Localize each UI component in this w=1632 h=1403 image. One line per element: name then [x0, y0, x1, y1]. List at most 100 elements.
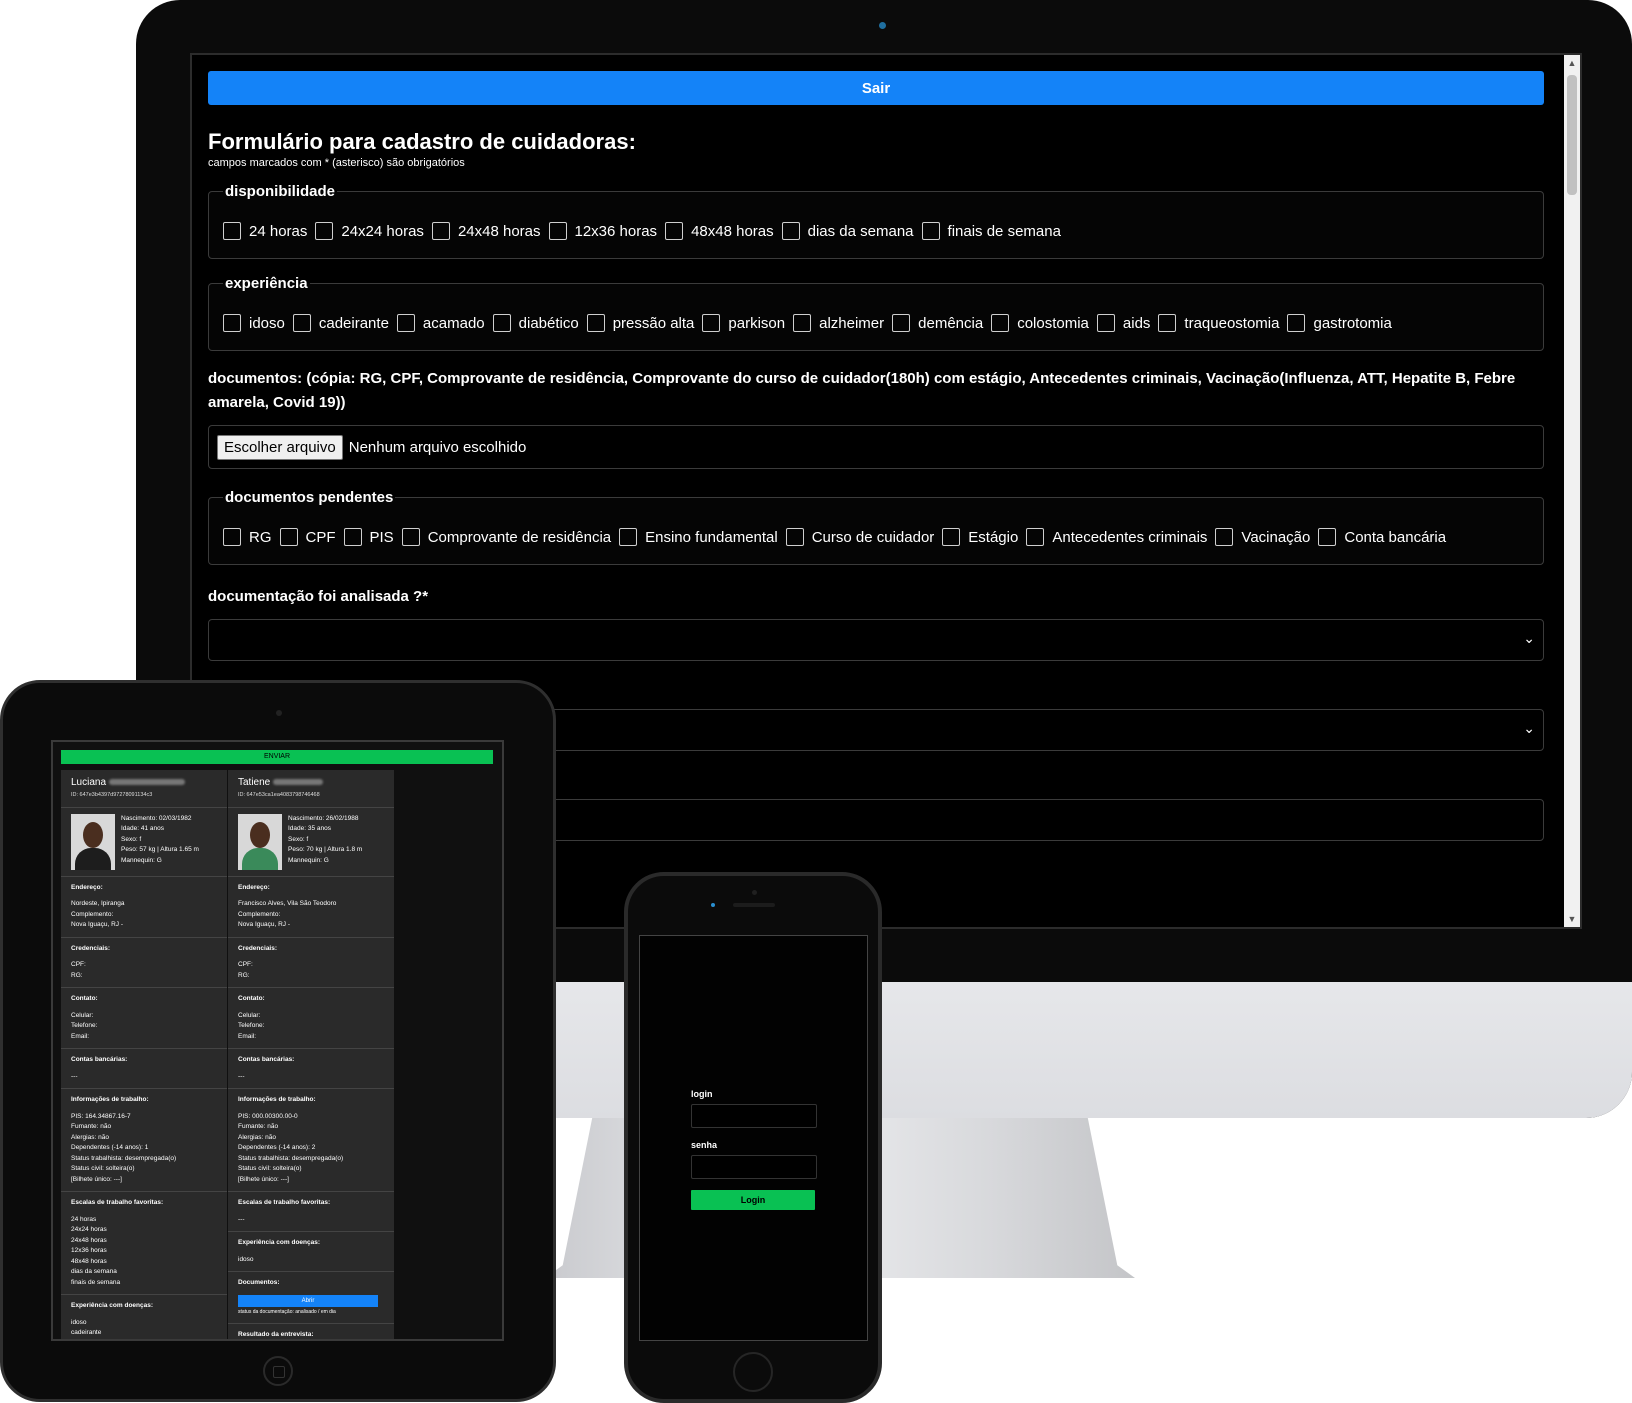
card-line: 48x48 horas: [71, 1257, 107, 1265]
pending-document-option[interactable]: Ensino fundamental: [619, 528, 778, 546]
experience-checkbox[interactable]: [991, 314, 1010, 332]
availability-option[interactable]: finais de semana: [921, 222, 1061, 240]
tablet-home-button: [263, 1356, 293, 1386]
experience-checkbox[interactable]: [586, 314, 605, 332]
open-documents-button[interactable]: Abrir: [238, 1294, 378, 1307]
vertical-scrollbar[interactable]: ▲ ▼: [1564, 55, 1580, 927]
card-line: Alergias: não: [238, 1133, 276, 1141]
experience-option[interactable]: demência: [892, 314, 983, 332]
pending-document-checkbox[interactable]: [343, 528, 362, 546]
card-id: ID: 647e53ca1ea4083798746468: [238, 792, 320, 798]
availability-option-label: 24x24 horas: [341, 222, 424, 240]
pending-document-checkbox[interactable]: [785, 528, 804, 546]
availability-option[interactable]: 24 horas: [223, 222, 307, 240]
pending-document-checkbox[interactable]: [1318, 528, 1337, 546]
card-line: 24x24 horas: [71, 1226, 107, 1233]
experience-option-label: demência: [918, 314, 984, 332]
pending-document-checkbox[interactable]: [942, 528, 961, 546]
password-label: senha: [691, 1140, 718, 1150]
pending-document-checkbox[interactable]: [619, 528, 638, 546]
card-line: Email:: [71, 1032, 90, 1040]
experience-option-label: pressão alta: [612, 314, 695, 332]
documents-label: documentos: (cópia: RG, CPF, Comprovante…: [208, 370, 1516, 411]
experience-checkbox[interactable]: [396, 314, 415, 332]
experience-option[interactable]: colostomia: [991, 314, 1089, 332]
card-line: Alergias: não: [71, 1133, 109, 1141]
documents-title: Documentos:: [238, 1279, 280, 1286]
experience-checkbox[interactable]: [793, 314, 812, 332]
availability-option[interactable]: 24x48 horas: [431, 222, 541, 240]
experience-option[interactable]: traqueostomia: [1158, 314, 1279, 332]
logout-button[interactable]: Sair: [208, 71, 1544, 105]
pending-document-option-label: Curso de cuidador: [811, 528, 935, 546]
experience-checkbox[interactable]: [1158, 314, 1177, 332]
pending-document-option[interactable]: CPF: [279, 528, 336, 546]
experience-option[interactable]: idoso: [223, 314, 285, 332]
experience-option[interactable]: aids: [1096, 314, 1150, 332]
availability-option[interactable]: 48x48 horas: [665, 222, 774, 240]
experience-option[interactable]: parkison: [702, 314, 785, 332]
card-line: Nascimento: 02/03/1982: [121, 814, 192, 822]
availability-option[interactable]: 12x36 horas: [548, 222, 658, 240]
card-line: [Bilhete único: ---]: [238, 1175, 289, 1183]
experience-option[interactable]: alzheimer: [793, 314, 884, 332]
availability-checkbox[interactable]: [781, 222, 800, 240]
availability-fieldset: disponibilidade 24 horas 24x24 horas 24x48…: [208, 183, 1544, 259]
file-status: Nenhum arquivo escolhido: [348, 438, 527, 456]
documents-file-input[interactable]: Escolher arquivo Nenhum arquivo escolhid…: [208, 425, 1544, 469]
experience-option[interactable]: acamado: [396, 314, 485, 332]
choose-file-button[interactable]: Escolher arquivo: [217, 434, 343, 460]
availability-option[interactable]: 24x24 horas: [315, 222, 424, 240]
pending-document-checkbox[interactable]: [1026, 528, 1045, 546]
analysis-select[interactable]: ⌄: [208, 619, 1544, 661]
card-line: Nordeste, Ipiranga: [71, 900, 125, 907]
send-button[interactable]: ENVIAR: [61, 750, 493, 764]
scroll-down-icon[interactable]: ▼: [1564, 911, 1580, 927]
experience-checkbox[interactable]: [492, 314, 511, 332]
card-line: Sexo: f: [121, 835, 142, 843]
card-line: RG:: [71, 971, 83, 979]
pending-document-checkbox[interactable]: [279, 528, 298, 546]
experience-option[interactable]: cadeirante: [292, 314, 389, 332]
experience-option[interactable]: diabético: [492, 314, 579, 332]
phone-screen: login senha Login: [639, 935, 868, 1341]
experience-option-label: parkison: [728, 314, 786, 332]
pending-document-option[interactable]: Comprovante de residência: [401, 528, 611, 546]
pending-document-checkbox[interactable]: [223, 528, 241, 546]
experience-option[interactable]: gastrotomia: [1287, 314, 1392, 332]
credentials-title: Credenciais:: [71, 944, 111, 952]
availability-option[interactable]: dias da semana: [781, 222, 914, 240]
pending-document-option[interactable]: Curso de cuidador: [785, 528, 935, 546]
scrollbar-thumb[interactable]: [1567, 75, 1577, 195]
availability-checkbox[interactable]: [548, 222, 567, 240]
login-button[interactable]: Login: [691, 1190, 815, 1210]
pending-document-checkbox[interactable]: [1215, 528, 1234, 546]
availability-checkbox[interactable]: [315, 222, 334, 240]
pending-document-option[interactable]: Antecedentes criminais: [1026, 528, 1207, 546]
scroll-up-icon[interactable]: ▲: [1564, 55, 1580, 71]
pending-document-option[interactable]: Estágio: [942, 528, 1018, 546]
pending-document-option[interactable]: Conta bancária: [1318, 528, 1446, 546]
availability-checkbox[interactable]: [431, 222, 450, 240]
availability-checkbox[interactable]: [665, 222, 684, 240]
experience-option[interactable]: pressão alta: [586, 314, 695, 332]
availability-checkbox[interactable]: [223, 222, 241, 240]
availability-option-label: 12x36 horas: [574, 222, 658, 240]
pending-document-checkbox[interactable]: [401, 528, 420, 546]
experience-checkbox[interactable]: [702, 314, 721, 332]
webcam-dot: [879, 22, 886, 29]
password-input[interactable]: [691, 1155, 817, 1179]
experience-checkbox[interactable]: [223, 314, 241, 332]
pending-document-option[interactable]: Vacinação: [1215, 528, 1310, 546]
experience-checkbox[interactable]: [1287, 314, 1306, 332]
login-input[interactable]: [691, 1104, 817, 1128]
experience-checkbox[interactable]: [292, 314, 311, 332]
pending-document-option-label: Conta bancária: [1344, 528, 1447, 546]
chevron-down-icon: ⌄: [1523, 630, 1535, 646]
experience-option-label: cadeirante: [318, 314, 389, 332]
experience-checkbox[interactable]: [892, 314, 911, 332]
experience-checkbox[interactable]: [1096, 314, 1115, 332]
pending-document-option[interactable]: PIS: [343, 528, 394, 546]
availability-checkbox[interactable]: [921, 222, 940, 240]
pending-document-option[interactable]: RG: [223, 528, 272, 546]
